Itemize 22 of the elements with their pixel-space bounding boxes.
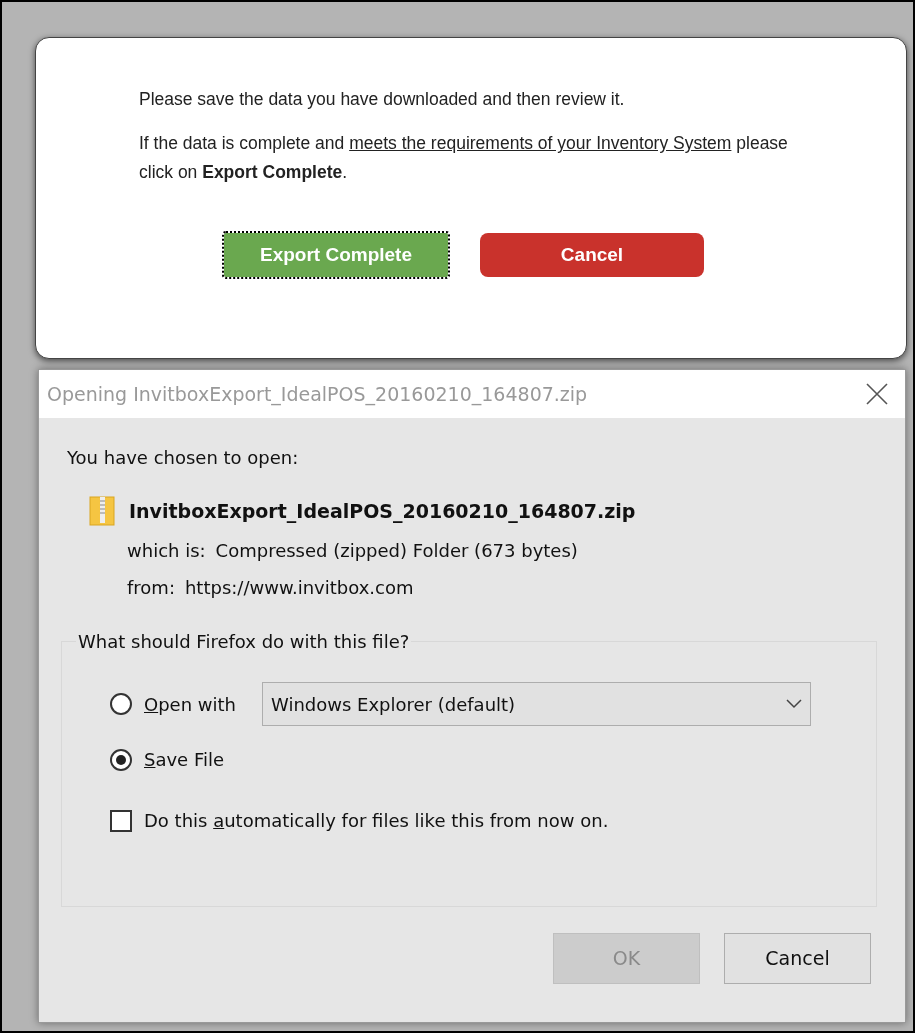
zip-folder-icon — [89, 495, 115, 527]
radio-button[interactable] — [110, 693, 132, 715]
checkbox[interactable] — [110, 809, 132, 832]
instruction-text: If the data is complete and meets the requirements of your Inventory System please click on Export Complete. — [139, 132, 789, 185]
cancel-button[interactable]: Cancel — [480, 233, 704, 278]
application-dropdown[interactable]: Windows Explorer (default) — [262, 682, 811, 726]
detail-label: from: — [127, 576, 175, 600]
cancel-button[interactable]: Cancel — [724, 933, 871, 984]
option-label: Open with — [144, 692, 236, 717]
radio-button[interactable] — [110, 748, 132, 771]
requirements-link[interactable]: meets the requirements of your Inventory System — [349, 133, 732, 154]
window-title: Opening InvitboxExport_IdealPOS_20160210_164807.zip — [47, 381, 588, 408]
detail-label: which is: — [127, 539, 206, 563]
file-name: InvitboxExport_IdealPOS_20160210_164807.zip — [129, 498, 636, 525]
detail-value: https://www.invitbox.com — [184, 576, 414, 600]
intro-text: You have chosen to open: — [67, 446, 299, 470]
option-label: Save File — [144, 748, 225, 772]
close-icon[interactable] — [865, 382, 889, 406]
chevron-down-icon — [786, 699, 802, 709]
notice-text: Please save the data you have downloaded and then review it. — [139, 88, 626, 111]
option-label: Do this automatically for files like this from now on. — [144, 809, 609, 833]
detail-value: Compressed (zipped) Folder (673 bytes) — [215, 539, 578, 563]
